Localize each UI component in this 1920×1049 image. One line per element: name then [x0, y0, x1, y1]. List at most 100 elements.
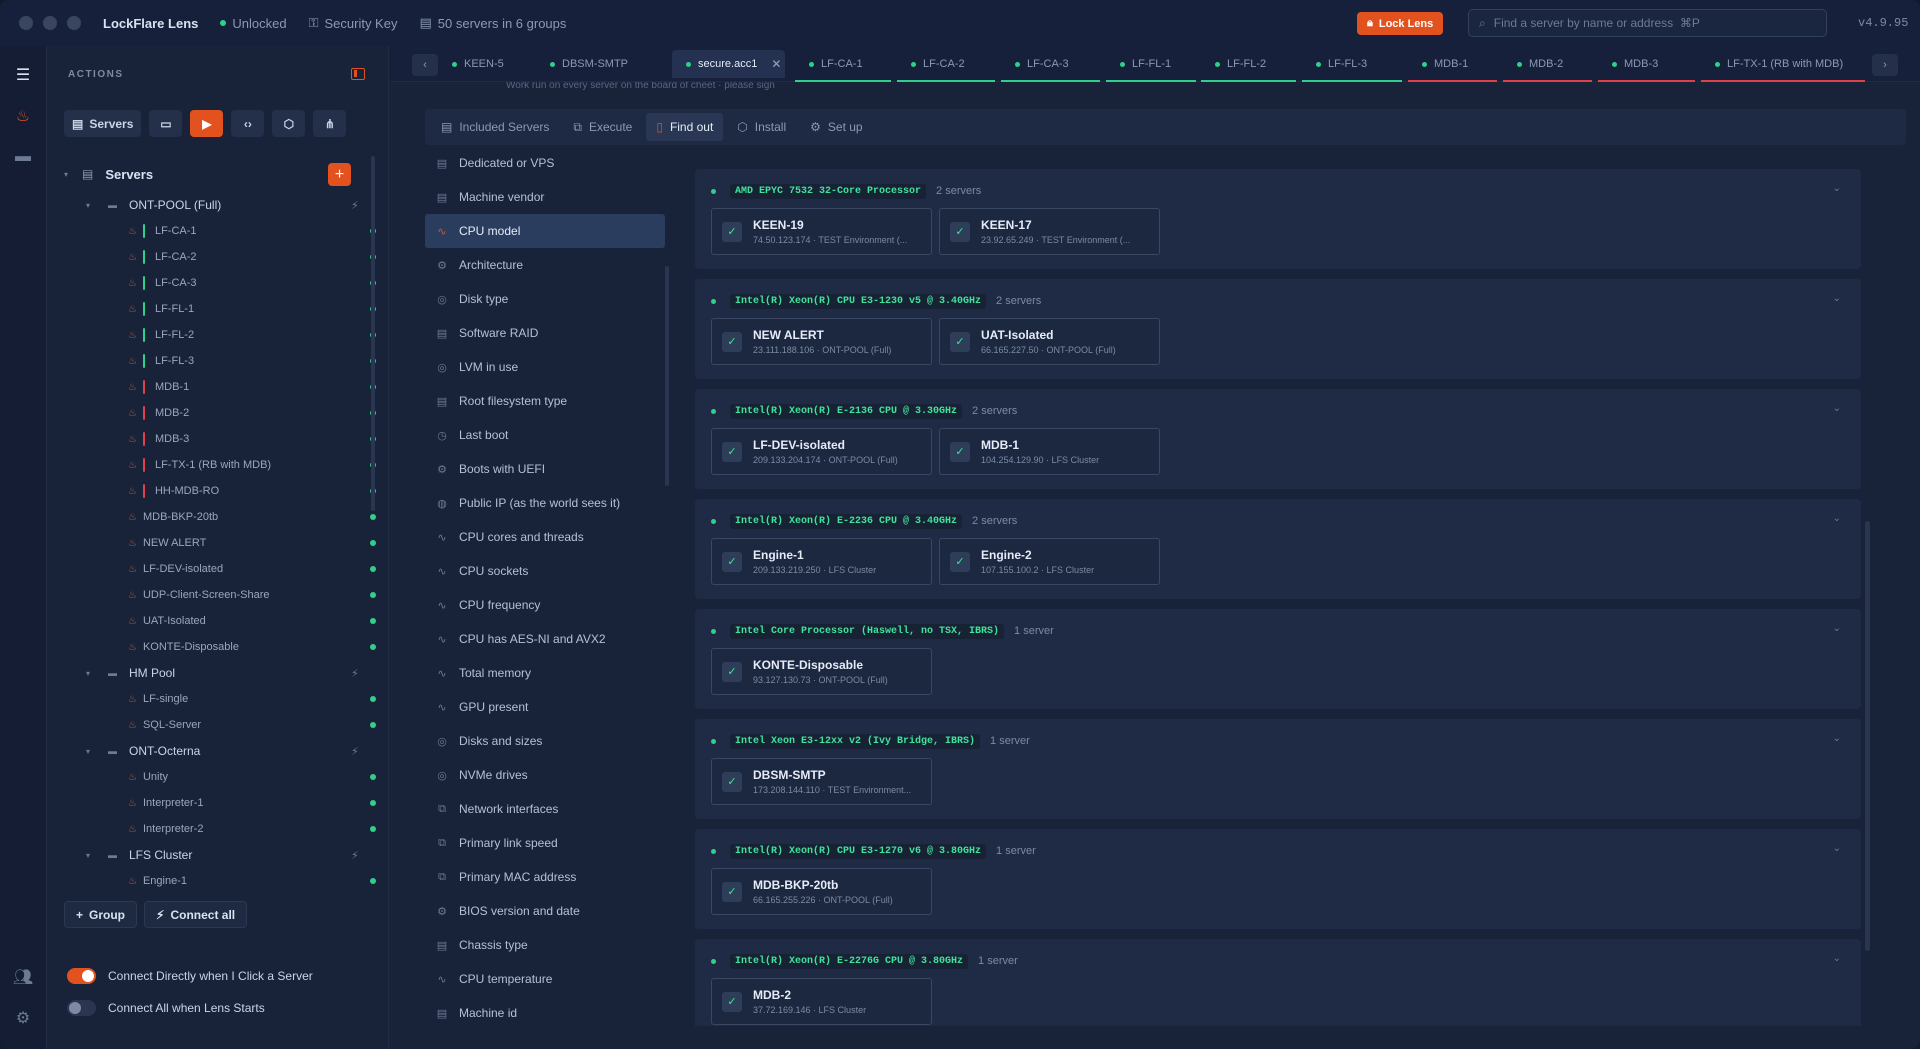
connect-all-button[interactable]: ⚡︎ Connect all [144, 901, 248, 928]
chevron-down-icon[interactable]: ⌄ [1833, 403, 1841, 414]
checkbox-checked-icon[interactable]: ✓ [722, 221, 742, 242]
category-item[interactable]: ▤ Machine vendor [425, 180, 665, 214]
category-item[interactable]: ∿ CPU cores and threads [425, 520, 665, 554]
tree-server-item[interactable]: ♨ MDB-BKP-20tb [64, 504, 376, 530]
chevron-down-icon[interactable]: ⌄ [1833, 513, 1841, 524]
category-item[interactable]: ◎ Disks and sizes [425, 724, 665, 758]
tree-server-item[interactable]: ♨ LF-FL-2 [64, 322, 376, 348]
search-input[interactable] [1493, 16, 1794, 30]
tree-server-item[interactable]: ♨ Engine-1 [64, 868, 376, 894]
category-scrollbar[interactable] [665, 266, 669, 486]
servers-action-button[interactable]: ▤ Servers [64, 110, 142, 137]
server-tab[interactable]: LF-TX-1 (RB with MDB) [1701, 50, 1865, 82]
category-item[interactable]: ▤ Dedicated or VPS [425, 146, 665, 180]
category-item[interactable]: ▤ Root filesystem type [425, 384, 665, 418]
cpu-group-header[interactable]: Intel(R) Xeon(R) CPU E3-1230 v5 @ 3.40GH… [711, 293, 1861, 309]
server-card[interactable]: ✓ MDB-BKP-20tb 66.165.255.226 · ONT-POOL (… [711, 868, 932, 915]
server-tab[interactable]: DBSM-SMTP [536, 50, 666, 78]
tree-server-item[interactable]: ♨ Interpreter-2 [64, 816, 376, 842]
server-tab[interactable]: LF-CA-3 [1001, 50, 1100, 82]
subtab-find-out[interactable]: ▯ Find out [646, 113, 724, 141]
tree-server-item[interactable]: ♨ LF-CA-1 [64, 218, 376, 244]
tree-group[interactable]: ▾ ▬ HM Pool ⚡︎ [64, 660, 359, 686]
panel-toggle-icon[interactable] [351, 68, 365, 80]
settings-gear-icon[interactable]: ⚙ [12, 1007, 34, 1029]
cpu-group-header[interactable]: Intel Xeon E3-12xx v2 (Ivy Bridge, IBRS)… [711, 733, 1861, 749]
cpu-group-header[interactable]: Intel(R) Xeon(R) E-2136 CPU @ 3.30GHz 2 s… [711, 403, 1861, 419]
chevron-down-icon[interactable]: ⌄ [1833, 843, 1841, 854]
category-item[interactable]: ▤ Chassis type [425, 928, 665, 962]
tree-server-item[interactable]: ♨ MDB-1 [64, 374, 376, 400]
category-item[interactable]: ⧉ Primary link speed [425, 826, 665, 860]
server-tab[interactable]: LF-FL-1 [1106, 50, 1196, 82]
maximize-window-button[interactable] [67, 16, 81, 30]
category-item[interactable]: ∿ GPU present [425, 690, 665, 724]
category-item[interactable]: ◎ NVMe drives [425, 758, 665, 792]
run-action-button[interactable]: ▶ [190, 110, 224, 137]
tree-server-item[interactable]: ♨ HH-MDB-RO [64, 478, 376, 504]
chevron-down-icon[interactable]: ⌄ [1833, 183, 1841, 194]
tree-server-item[interactable]: ♨ LF-FL-3 [64, 348, 376, 374]
server-tab[interactable]: LF-FL-3 [1302, 50, 1402, 82]
bolt-icon[interactable]: ⚡︎ [351, 745, 359, 758]
chevron-down-icon[interactable]: ⌄ [1833, 733, 1841, 744]
tree-server-item[interactable]: ♨ MDB-2 [64, 400, 376, 426]
topology-action-button[interactable]: ⋔ [313, 110, 347, 137]
servers-tree-header[interactable]: ▾ ▤ Servers [64, 163, 354, 185]
checkbox-checked-icon[interactable]: ✓ [722, 551, 742, 572]
close-tab-icon[interactable]: ✕ [771, 57, 781, 71]
category-item[interactable]: ⧉ Network interfaces [425, 792, 665, 826]
tree-server-item[interactable]: ♨ LF-single [64, 686, 376, 712]
server-card[interactable]: ✓ KEEN-17 23.92.65.249 · TEST Environment … [939, 208, 1160, 255]
server-tab[interactable]: LF-CA-2 [897, 50, 995, 82]
cpu-group-header[interactable]: Intel(R) Xeon(R) CPU E3-1270 v6 @ 3.80GH… [711, 843, 1861, 859]
server-card[interactable]: ✓ Engine-1 209.133.219.250 · LFS Cluster [711, 538, 932, 585]
cpu-group-header[interactable]: AMD EPYC 7532 32-Core Processor 2 servers [711, 183, 1861, 199]
tree-server-item[interactable]: ♨ Unity [64, 764, 376, 790]
server-card[interactable]: ✓ KEEN-19 74.50.123.174 · TEST Environment… [711, 208, 932, 255]
cpu-group-header[interactable]: Intel(R) Xeon(R) E-2236 CPU @ 3.40GHz 2 s… [711, 513, 1861, 529]
terminal-action-button[interactable]: ▭ [149, 110, 183, 137]
category-item[interactable]: ⚙ Boots with UEFI [425, 452, 665, 486]
category-item[interactable]: ◍ Public IP (as the world sees it) [425, 486, 665, 520]
cpu-group-header[interactable]: Intel(R) Xeon(R) E-2276G CPU @ 3.80GHz 1 … [711, 953, 1861, 969]
category-item[interactable]: ⧉ Primary MAC address [425, 860, 665, 894]
checkbox-checked-icon[interactable]: ✓ [950, 331, 970, 352]
minimize-window-button[interactable] [43, 16, 57, 30]
tabs-scroll-left-button[interactable]: ‹ [412, 54, 438, 76]
users-nav-icon[interactable]: 👥︎ [12, 966, 34, 988]
tree-group[interactable]: ▾ ▬ ONT-Octerna ⚡︎ [64, 738, 359, 764]
category-item[interactable]: ∿ CPU frequency [425, 588, 665, 622]
category-item[interactable]: ◎ LVM in use [425, 350, 665, 384]
server-card[interactable]: ✓ LF-DEV-isolated 209.133.204.174 · ONT-PO… [711, 428, 932, 475]
tree-server-item[interactable]: ♨ LF-CA-3 [64, 270, 376, 296]
tree-server-item[interactable]: ♨ UDP-Client-Screen-Share [64, 582, 376, 608]
tabs-scroll-right-button[interactable]: › [1872, 54, 1898, 76]
checkbox-checked-icon[interactable]: ✓ [722, 441, 742, 462]
add-server-button[interactable]: + [328, 163, 351, 186]
results-scrollbar[interactable] [1865, 521, 1870, 951]
checkbox-checked-icon[interactable]: ✓ [722, 771, 742, 792]
category-item[interactable]: ▤ Machine id [425, 996, 665, 1030]
tree-server-item[interactable]: ♨ NEW ALERT [64, 530, 376, 556]
category-item[interactable]: ⚙ Architecture [425, 248, 665, 282]
server-card[interactable]: ✓ MDB-1 104.254.129.90 · LFS Cluster [939, 428, 1160, 475]
bolt-icon[interactable]: ⚡︎ [351, 667, 359, 680]
tree-server-item[interactable]: ♨ LF-TX-1 (RB with MDB) [64, 452, 376, 478]
server-tab[interactable]: KEEN-5 [438, 50, 530, 78]
server-tab[interactable]: secure.acc1 ✕ [672, 50, 785, 78]
folder-nav-icon[interactable]: ▬ [12, 146, 34, 168]
category-item[interactable]: ∿ CPU has AES-NI and AVX2 [425, 622, 665, 656]
checkbox-checked-icon[interactable]: ✓ [950, 221, 970, 242]
chevron-down-icon[interactable]: ⌄ [1833, 293, 1841, 304]
tree-server-item[interactable]: ♨ UAT-Isolated [64, 608, 376, 634]
server-tab[interactable]: MDB-2 [1503, 50, 1592, 82]
tree-server-item[interactable]: ♨ KONTE-Disposable [64, 634, 376, 660]
add-group-button[interactable]: + Group [64, 901, 138, 928]
connect-direct-switch[interactable] [67, 968, 96, 984]
server-tab[interactable]: LF-CA-1 [795, 50, 891, 82]
category-item[interactable]: ∿ CPU temperature [425, 962, 665, 996]
tree-group[interactable]: ▾ ▬ ONT-POOL (Full) ⚡︎ [64, 192, 359, 218]
checkbox-checked-icon[interactable]: ✓ [722, 991, 742, 1012]
close-window-button[interactable] [19, 16, 33, 30]
